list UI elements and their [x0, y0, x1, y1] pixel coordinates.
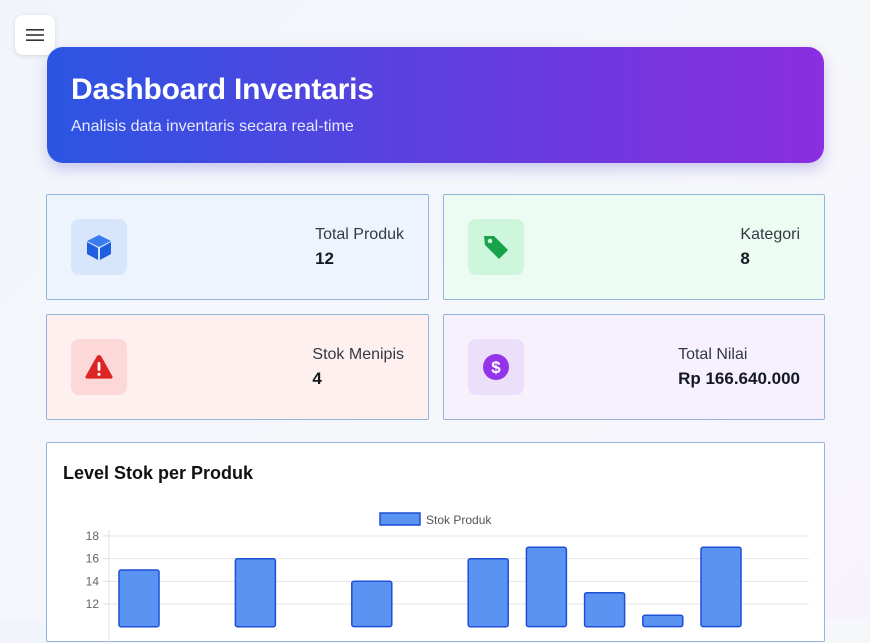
menu-button[interactable] [15, 15, 55, 55]
stat-icon-box [468, 219, 524, 275]
stat-card-kategori: Kategori 8 [443, 194, 825, 300]
y-tick-label: 14 [86, 574, 100, 588]
stat-icon-box [71, 339, 127, 395]
stat-value: 12 [315, 249, 334, 268]
legend-swatch [379, 512, 421, 526]
y-tick-label: 12 [86, 597, 100, 611]
chart-legend[interactable]: Stok Produk [379, 512, 492, 527]
chart-bar[interactable] [118, 569, 160, 628]
stock-chart-card: Level Stok per Produk Stok Produk 12 14 16… [46, 442, 825, 643]
stat-value: Rp 166.640.000 [678, 369, 800, 388]
y-tick-label: 16 [86, 552, 100, 566]
stat-card-total-produk: Total Produk 12 [46, 194, 429, 300]
page-subtitle: Analisis data inventaris secara real-tim… [71, 118, 354, 135]
stat-label: Kategori [740, 226, 800, 243]
stat-card-stok-menipis: Stok Menipis 4 [46, 314, 429, 420]
stat-label: Total Nilai [678, 346, 748, 363]
stat-card-total-nilai: $ Total Nilai Rp 166.640.000 [443, 314, 825, 420]
dashboard-header: Dashboard Inventaris Analisis data inven… [47, 47, 824, 163]
y-tick-label: 18 [86, 529, 100, 543]
stat-value: 4 [312, 369, 322, 388]
svg-text:$: $ [491, 358, 501, 377]
stat-label: Stok Menipis [312, 346, 404, 363]
stat-icon-box [71, 219, 127, 275]
chart-bar[interactable] [583, 591, 626, 628]
chart-bar[interactable] [467, 557, 509, 628]
stat-value: 8 [740, 249, 750, 268]
tag-icon [484, 236, 508, 259]
stock-bar-chart: Stok Produk 12 14 16 18 [86, 512, 809, 643]
warning-icon [85, 355, 113, 379]
cube-icon [87, 235, 111, 260]
stat-label: Total Produk [315, 226, 404, 243]
chart-bar[interactable] [700, 546, 742, 628]
legend-label: Stok Produk [426, 513, 492, 527]
chart-bar[interactable] [525, 546, 568, 628]
dollar-icon: $ [483, 354, 509, 380]
chart-bar[interactable] [642, 614, 684, 628]
hamburger-menu-icon [26, 29, 44, 41]
page-title: Dashboard Inventaris [71, 73, 374, 106]
stat-icon-box: $ [468, 339, 524, 395]
chart-bar[interactable] [234, 557, 277, 628]
